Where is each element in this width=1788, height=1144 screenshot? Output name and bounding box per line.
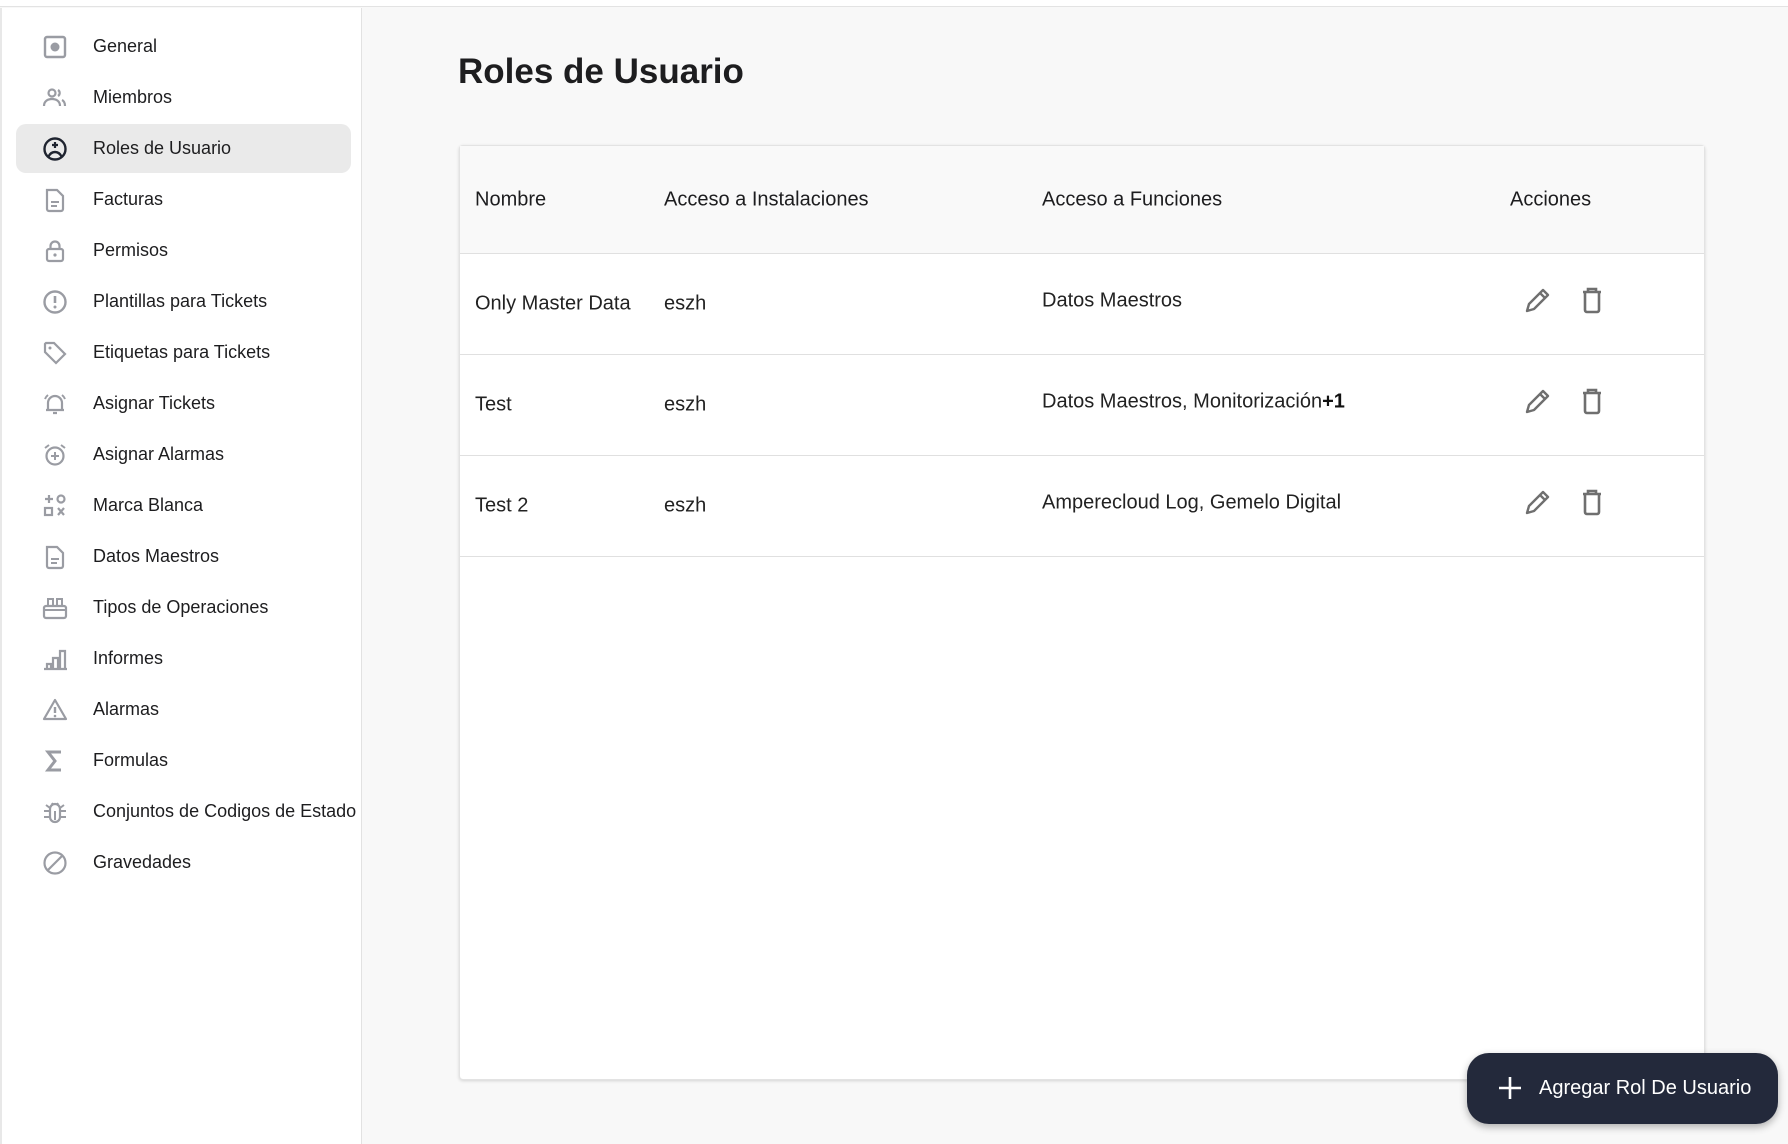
sidebar-item-permisos[interactable]: Permisos — [16, 226, 351, 275]
document-icon — [42, 187, 68, 213]
sidebar-item-roles-de-usuario[interactable]: Roles de Usuario — [16, 124, 351, 173]
sidebar-item-label: Tipos de Operaciones — [93, 597, 269, 617]
sidebar-item-label: Etiquetas para Tickets — [93, 342, 271, 362]
sidebar-item-label: Marca Blanca — [93, 495, 204, 515]
delete-button[interactable] — [1576, 385, 1608, 417]
sidebar-item-asignar-tickets[interactable]: Asignar Tickets — [16, 379, 351, 428]
alert-circle-icon — [42, 289, 68, 315]
edit-button[interactable] — [1522, 284, 1554, 316]
sidebar-item-label: Roles de Usuario — [93, 138, 232, 158]
funciones-text: Datos Maestros, Monitorización — [1042, 390, 1323, 413]
role-instalaciones: eszh — [664, 292, 707, 315]
roles-table: Nombre Acceso a Instalaciones Acceso a F… — [459, 145, 1705, 1080]
sigma-icon — [42, 748, 68, 774]
table-row: Test eszh Datos Maestros, Monitorización+1 — [460, 355, 1704, 456]
sidebar-item-formulas[interactable]: Formulas — [16, 736, 351, 785]
warning-icon — [42, 697, 68, 723]
bell-ring-icon — [42, 391, 68, 417]
role-instalaciones: eszh — [664, 393, 707, 416]
sidebar-item-label: Alarmas — [93, 699, 160, 719]
sidebar-item-label: Plantillas para Tickets — [93, 291, 268, 311]
sidebar-item-label: Informes — [93, 648, 164, 668]
shapes-icon — [42, 493, 68, 519]
trash-icon — [1583, 287, 1601, 314]
role-name: Only Master Data — [475, 292, 631, 315]
funciones-text: Datos Maestros — [1042, 289, 1183, 312]
sidebar-item-miembros[interactable]: Miembros — [16, 73, 351, 122]
role-name: Test — [475, 393, 512, 416]
sidebar-item-etiquetas-para-tickets[interactable]: Etiquetas para Tickets — [16, 328, 351, 377]
document-icon — [42, 544, 68, 570]
edit-button[interactable] — [1522, 486, 1554, 518]
add-role-label: Agregar Rol De Usuario — [1539, 1077, 1752, 1099]
sidebar-item-informes[interactable]: Informes — [16, 634, 351, 683]
sidebar-item-label: Facturas — [93, 189, 164, 209]
pencil-icon — [1525, 389, 1550, 414]
trash-icon — [1583, 489, 1601, 516]
edit-button[interactable] — [1522, 385, 1554, 417]
sidebar-item-gravedades[interactable]: Gravedades — [16, 838, 351, 887]
role-name: Test 2 — [475, 494, 529, 517]
settings-sidebar: General Miembros Roles de Usuario Facturas P… — [0, 8, 362, 1144]
sidebar-item-label: Asignar Alarmas — [93, 444, 225, 464]
add-role-button[interactable]: Agregar Rol De Usuario — [1467, 1053, 1778, 1124]
header-funciones[interactable]: Acceso a Funciones — [1042, 188, 1222, 211]
user-circle-icon — [42, 136, 68, 162]
sidebar-item-label: Gravedades — [93, 852, 192, 872]
funciones-text: Amperecloud Log, Gemelo Digital — [1042, 491, 1342, 514]
delete-button[interactable] — [1576, 486, 1608, 518]
table-row: Test 2 eszh Amperecloud Log, Gemelo Digita… — [460, 456, 1704, 557]
sidebar-item-conjuntos-de-codigos-de-estado[interactable]: Conjuntos de Codigos de Estado — [16, 787, 356, 836]
bar-chart-icon — [42, 646, 68, 672]
role-funciones: Amperecloud Log, Gemelo Digital — [1042, 492, 1341, 515]
sidebar-item-label: Miembros — [93, 87, 173, 107]
pencil-icon — [1525, 288, 1550, 313]
table-row: Only Master Data eszh Datos Maestros — [460, 254, 1704, 355]
sidebar-item-label: Formulas — [93, 750, 169, 770]
sidebar-item-tipos-de-operaciones[interactable]: Tipos de Operaciones — [16, 583, 351, 632]
sidebar-item-plantillas-para-tickets[interactable]: Plantillas para Tickets — [16, 277, 351, 326]
alarm-add-icon — [42, 442, 68, 468]
sidebar-item-asignar-alarmas[interactable]: Asignar Alarmas — [16, 430, 351, 479]
block-icon — [42, 850, 68, 876]
more-funciones-badge[interactable]: +1 — [1322, 391, 1345, 413]
sidebar-item-general[interactable]: General — [16, 22, 351, 71]
role-instalaciones: eszh — [664, 494, 707, 517]
header-nombre[interactable]: Nombre — [475, 188, 546, 211]
users-icon — [42, 85, 68, 111]
sidebar-item-datos-maestros[interactable]: Datos Maestros — [16, 532, 351, 581]
settings-box-icon — [42, 34, 68, 60]
trash-icon — [1583, 388, 1601, 415]
sidebar-item-label: Datos Maestros — [93, 546, 220, 566]
role-funciones: Datos Maestros, Monitorización+1 — [1042, 391, 1345, 414]
plus-icon — [1499, 1077, 1521, 1099]
sidebar-item-label: Permisos — [93, 240, 169, 260]
table-header: Nombre Acceso a Instalaciones Acceso a F… — [460, 146, 1704, 254]
top-bar — [0, 0, 1788, 7]
toolbox-icon — [42, 595, 68, 621]
sidebar-item-label: General — [93, 36, 158, 56]
sidebar-item-alarmas[interactable]: Alarmas — [16, 685, 351, 734]
delete-button[interactable] — [1576, 284, 1608, 316]
tag-icon — [42, 340, 68, 366]
bug-icon — [42, 799, 68, 825]
header-acciones: Acciones — [1510, 188, 1592, 210]
header-instalaciones[interactable]: Acceso a Instalaciones — [664, 188, 869, 211]
role-funciones: Datos Maestros — [1042, 290, 1182, 313]
page-title: Roles de Usuario — [458, 52, 744, 91]
sidebar-item-facturas[interactable]: Facturas — [16, 175, 351, 224]
sidebar-item-label: Conjuntos de Codigos de Estado — [93, 801, 357, 821]
sidebar-item-marca-blanca[interactable]: Marca Blanca — [16, 481, 351, 530]
pencil-icon — [1525, 490, 1550, 515]
lock-icon — [42, 238, 68, 264]
sidebar-item-label: Asignar Tickets — [93, 393, 216, 413]
